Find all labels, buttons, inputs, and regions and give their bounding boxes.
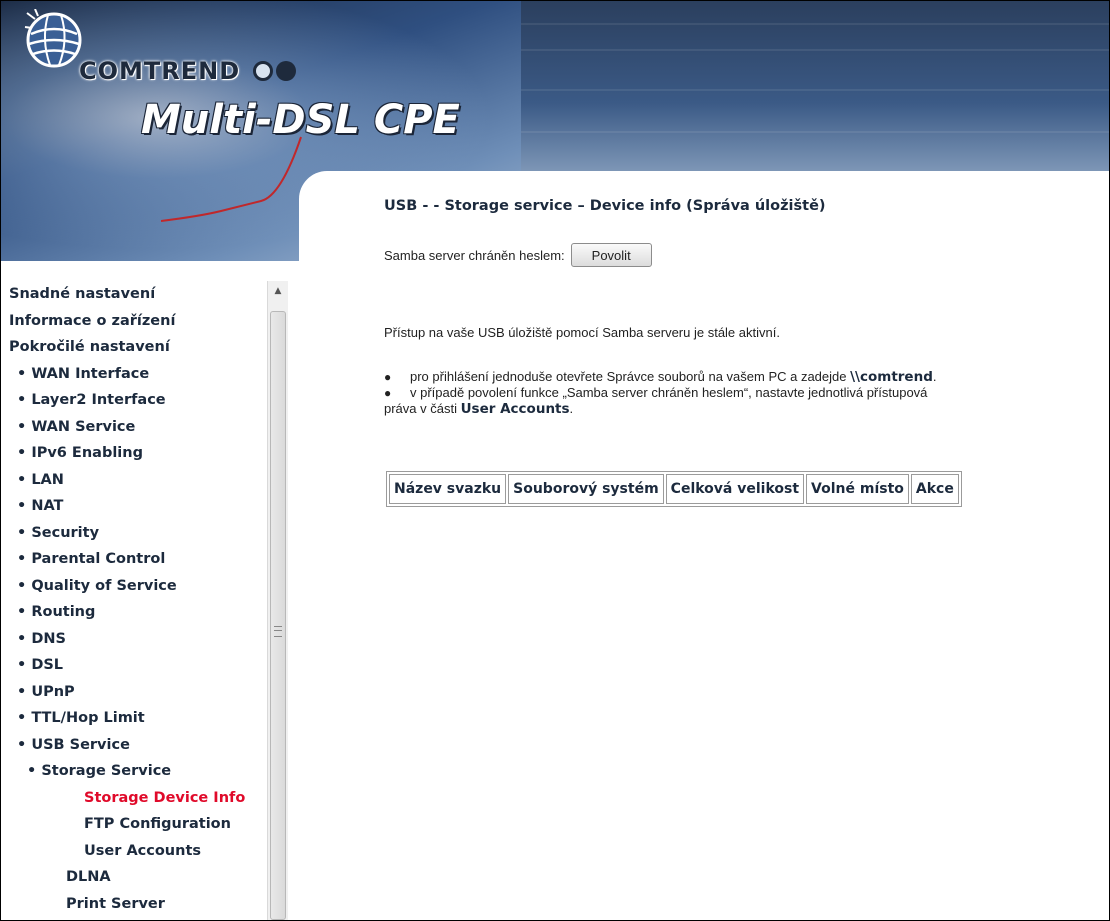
sidebar-item-qos[interactable]: • Quality of Service xyxy=(9,573,269,600)
sidebar-nav: Snadné nastavení Informace o zařízení Po… xyxy=(9,281,269,917)
storage-table: Název svazku Souborový systém Celková ve… xyxy=(386,471,962,507)
bullet-icon: ● xyxy=(384,370,392,384)
sidebar-item-ipv6-enabling[interactable]: • IPv6 Enabling xyxy=(9,440,269,467)
sidebar-item-user-accounts[interactable]: User Accounts xyxy=(9,838,269,865)
sidebar-item-pokrocile[interactable]: Pokročilé nastavení xyxy=(9,334,269,361)
sidebar-item-wan-service[interactable]: • WAN Service xyxy=(9,414,269,441)
page-title: USB - - Storage service – Device info (S… xyxy=(384,198,826,214)
sidebar-item-print-server[interactable]: Print Server xyxy=(9,891,269,918)
globe-icon xyxy=(24,9,82,68)
scroll-up-arrow-icon[interactable]: ▲ xyxy=(268,281,288,301)
sidebar-item-dns[interactable]: • DNS xyxy=(9,626,269,653)
circle-filled-icon xyxy=(276,61,296,81)
sidebar-item-nat[interactable]: • NAT xyxy=(9,493,269,520)
list-item: ● pro přihlášení jednoduše otevřete Správ… xyxy=(384,369,937,385)
sidebar-item-security[interactable]: • Security xyxy=(9,520,269,547)
sidebar-item-lan[interactable]: • LAN xyxy=(9,467,269,494)
share-path: \\comtrend xyxy=(850,369,933,385)
sidebar-item-storage-service[interactable]: • Storage Service xyxy=(9,758,269,785)
brand-dots xyxy=(253,61,299,85)
scroll-grip-icon xyxy=(274,626,282,637)
scrollbar-thumb[interactable] xyxy=(270,311,286,920)
sidebar-item-dsl[interactable]: • DSL xyxy=(9,652,269,679)
content-panel xyxy=(299,171,1109,920)
instructions-list: ● pro přihlášení jednoduše otevřete Správ… xyxy=(384,369,1104,417)
bullet-icon: ● xyxy=(384,386,392,400)
sidebar-item-usb-service[interactable]: • USB Service xyxy=(9,732,269,759)
col-file-system: Souborový systém xyxy=(508,474,664,504)
sidebar-item-routing[interactable]: • Routing xyxy=(9,599,269,626)
sidebar-item-informace[interactable]: Informace o zařízení xyxy=(9,308,269,335)
sidebar-item-dlna[interactable]: DLNA xyxy=(9,864,269,891)
sidebar-item-ftp-configuration[interactable]: FTP Configuration xyxy=(9,811,269,838)
sidebar-item-wan-interface[interactable]: • WAN Interface xyxy=(9,361,269,388)
signal-curve-icon xyxy=(161,136,302,222)
sidebar-item-storage-device-info[interactable]: Storage Device Info xyxy=(9,785,269,812)
list-item: ● v případě povolení funkce „Samba server… xyxy=(384,385,928,400)
user-accounts-ref: User Accounts xyxy=(460,401,570,417)
list-item-continuation: práva v části User Accounts. xyxy=(384,401,574,417)
circle-outline-icon xyxy=(253,61,273,81)
sidebar-scrollbar[interactable]: ▲ xyxy=(267,281,288,920)
access-info-text: Přístup na vaše USB úložiště pomocí Samb… xyxy=(384,325,780,340)
col-action: Akce xyxy=(910,474,959,504)
enable-button[interactable]: Povolit xyxy=(570,243,652,267)
sidebar-item-ttl-hop-limit[interactable]: • TTL/Hop Limit xyxy=(9,705,269,732)
samba-password-label: Samba server chráněn heslem: xyxy=(384,247,565,263)
sidebar-item-layer2-interface[interactable]: • Layer2 Interface xyxy=(9,387,269,414)
col-free-space: Volné místo xyxy=(806,474,909,504)
table-header-row: Název svazku Souborový systém Celková ve… xyxy=(389,474,959,504)
sidebar-item-upnp[interactable]: • UPnP xyxy=(9,679,269,706)
sidebar-item-parental-control[interactable]: • Parental Control xyxy=(9,546,269,573)
sidebar: Snadné nastavení Informace o zařízení Po… xyxy=(1,261,289,920)
col-total-size: Celková velikost xyxy=(665,474,805,504)
sidebar-item-snadne-nastaveni[interactable]: Snadné nastavení xyxy=(9,281,269,308)
brand-logo: COMTREND xyxy=(79,57,241,85)
samba-password-row: Samba server chráněn heslem: Povolit xyxy=(384,243,652,267)
page-frame: COMTREND Multi-DSL CPE Snadné nastavení … xyxy=(0,0,1110,921)
col-volume-name: Název svazku xyxy=(389,474,507,504)
